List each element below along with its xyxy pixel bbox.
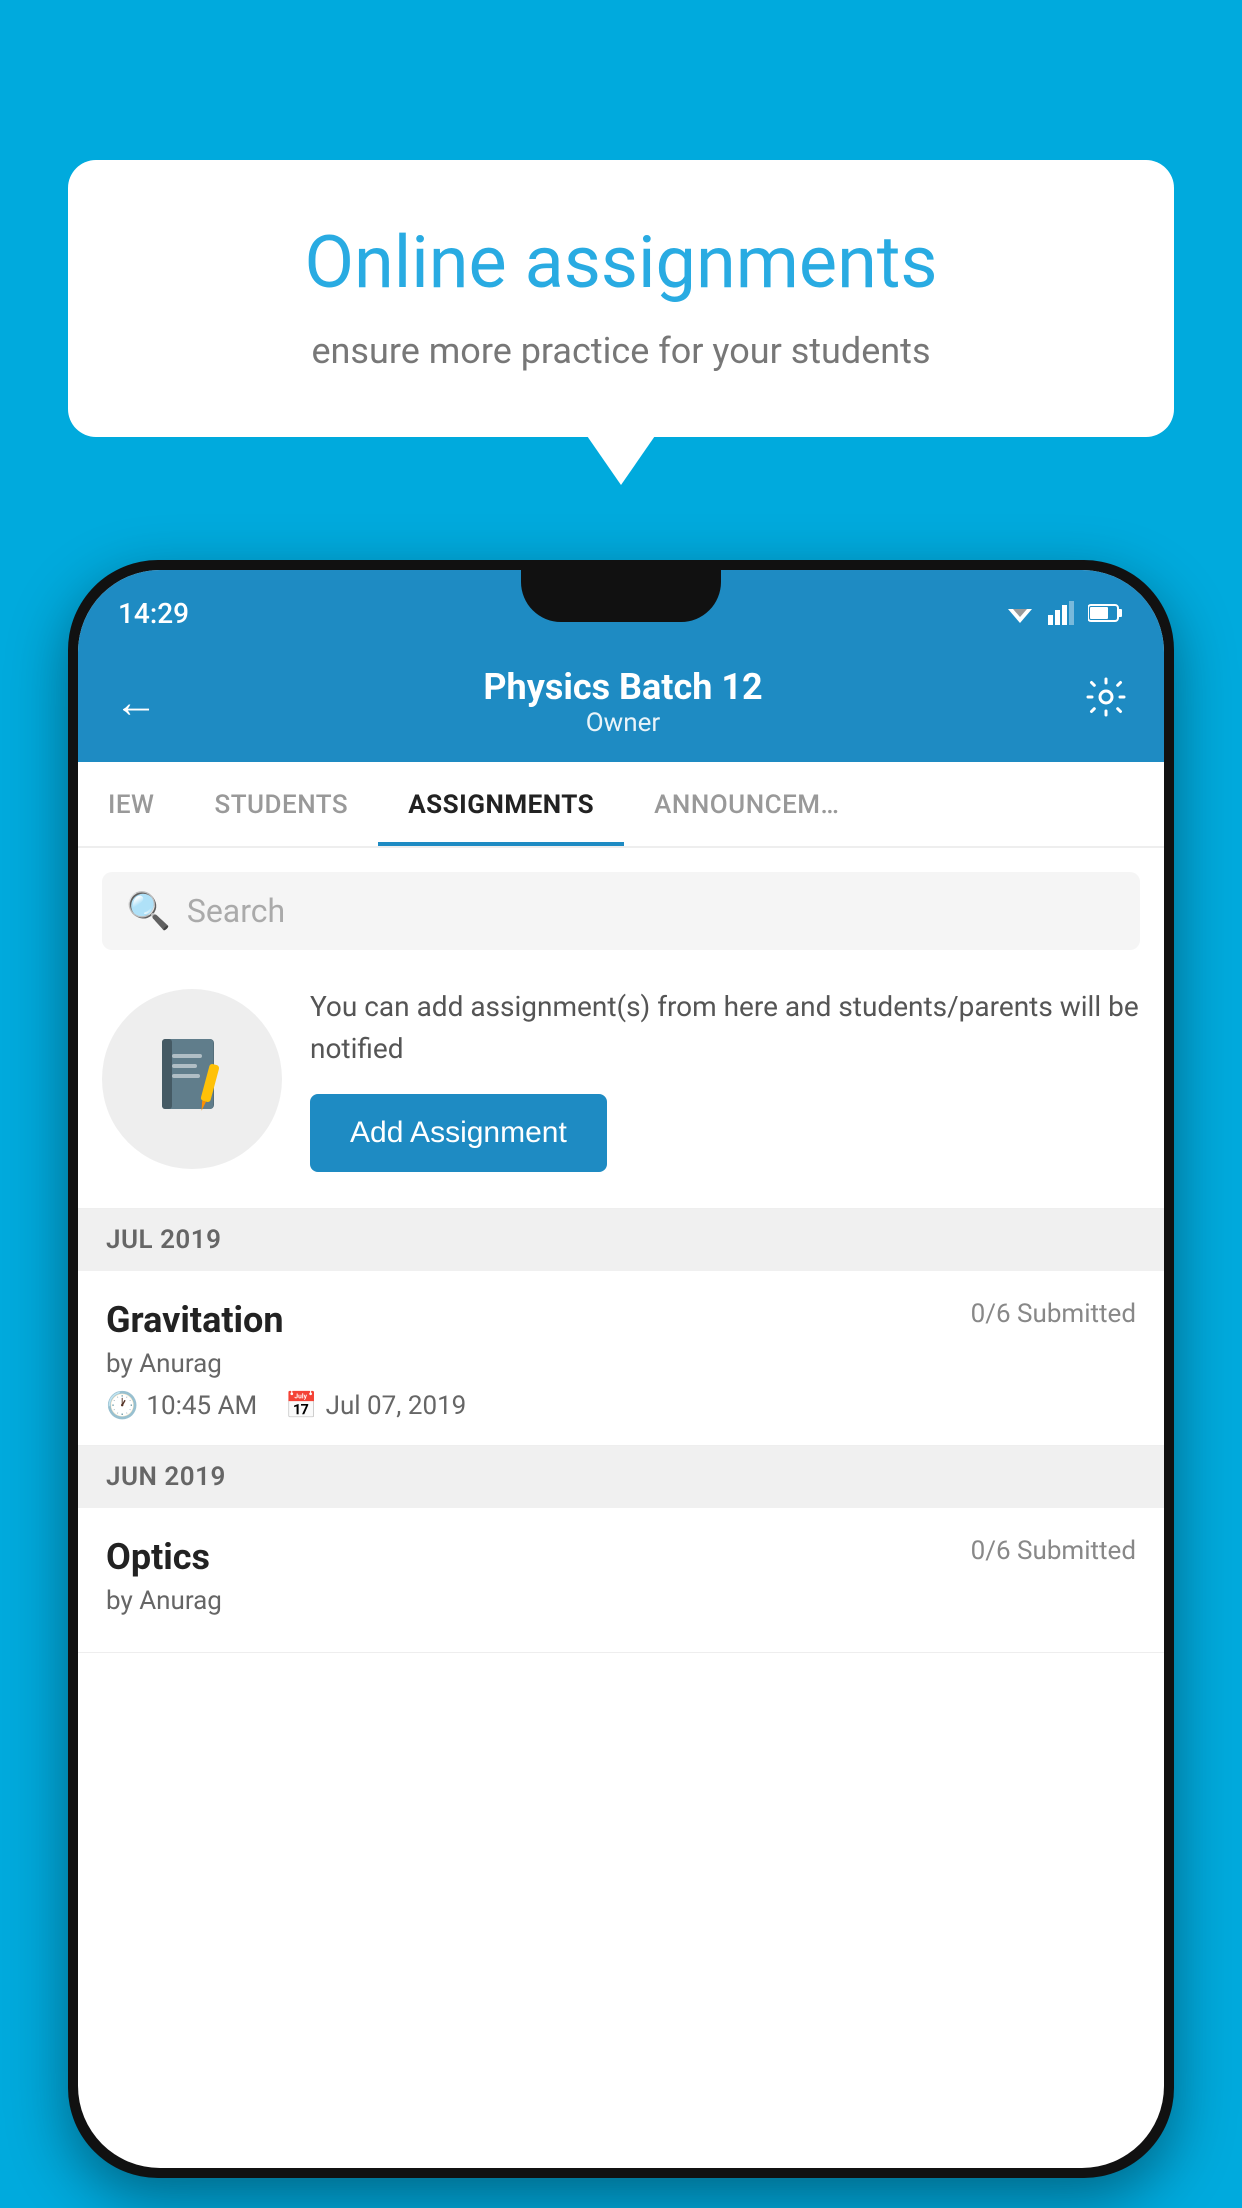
status-time: 14:29: [118, 597, 189, 630]
phone-inner: 14:29: [78, 570, 1164, 2168]
settings-button[interactable]: [1084, 675, 1128, 729]
assignment-by-optics: by Anurag: [106, 1586, 1136, 1616]
promo-description: You can add assignment(s) from here and …: [310, 986, 1140, 1070]
promo-subtitle: ensure more practice for your students: [138, 330, 1104, 372]
assignment-time: 🕐 10:45 AM: [106, 1391, 257, 1421]
app-header: ← Physics Batch 12 Owner: [78, 642, 1164, 762]
assignment-submitted-optics: 0/6 Submitted: [971, 1536, 1136, 1566]
assignment-row-top: Gravitation 0/6 Submitted: [106, 1299, 1136, 1341]
gear-icon: [1084, 675, 1128, 719]
phone-notch: [521, 570, 721, 622]
tab-assignments[interactable]: ASSIGNMENTS: [378, 762, 624, 846]
signal-icon: [1048, 601, 1076, 625]
calendar-icon: 📅: [285, 1391, 317, 1421]
add-assignment-button[interactable]: Add Assignment: [310, 1094, 607, 1172]
assignment-by: by Anurag: [106, 1349, 1136, 1379]
section-header-jun2019: JUN 2019: [78, 1446, 1164, 1508]
assignment-promo-block: You can add assignment(s) from here and …: [78, 950, 1164, 1209]
assignment-item-gravitation[interactable]: Gravitation 0/6 Submitted by Anurag 🕐 10…: [78, 1271, 1164, 1446]
assignment-title: Gravitation: [106, 1299, 284, 1341]
header-title-block: Physics Batch 12 Owner: [178, 666, 1068, 738]
tab-students[interactable]: STUDENTS: [184, 762, 378, 846]
header-subtitle: Owner: [178, 708, 1068, 738]
wifi-icon: [1004, 601, 1036, 625]
notebook-icon: [147, 1034, 237, 1124]
promo-icon-circle: [102, 989, 282, 1169]
assignment-date: 📅 Jul 07, 2019: [285, 1391, 466, 1421]
header-title: Physics Batch 12: [178, 666, 1068, 708]
promo-title: Online assignments: [138, 220, 1104, 306]
promo-bubble: Online assignments ensure more practice …: [68, 160, 1174, 437]
assignment-meta: 🕐 10:45 AM 📅 Jul 07, 2019: [106, 1391, 1136, 1421]
search-icon: 🔍: [126, 890, 171, 932]
assignment-submitted: 0/6 Submitted: [971, 1299, 1136, 1329]
tab-announcements[interactable]: ANNOUNCEM…: [624, 762, 869, 846]
tab-iew[interactable]: IEW: [78, 762, 184, 846]
search-placeholder: Search: [187, 892, 285, 930]
status-icons: [1004, 601, 1124, 625]
back-button[interactable]: ←: [114, 676, 158, 728]
content-area: 🔍 Search: [78, 848, 1164, 1653]
clock-icon: 🕐: [106, 1391, 138, 1421]
assignment-item-optics[interactable]: Optics 0/6 Submitted by Anurag: [78, 1508, 1164, 1653]
assignment-row-top-optics: Optics 0/6 Submitted: [106, 1536, 1136, 1578]
section-header-jul2019: JUL 2019: [78, 1209, 1164, 1271]
phone-frame: 14:29: [68, 560, 1174, 2178]
battery-icon: [1088, 603, 1124, 623]
tabs-bar: IEW STUDENTS ASSIGNMENTS ANNOUNCEM…: [78, 762, 1164, 848]
search-bar[interactable]: 🔍 Search: [102, 872, 1140, 950]
assignment-title-optics: Optics: [106, 1536, 210, 1578]
promo-text-block: You can add assignment(s) from here and …: [310, 986, 1140, 1172]
